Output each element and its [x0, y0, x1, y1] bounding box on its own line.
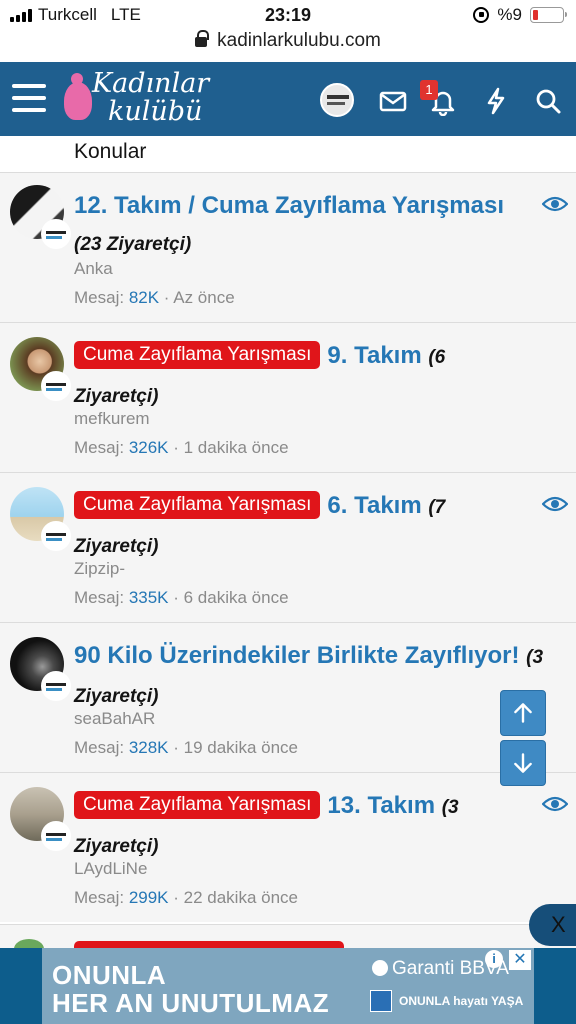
thread-row[interactable]: Cuma Zayıflama Yarışması 6. Takım (7 Ziya…	[0, 472, 576, 622]
thread-author[interactable]: mefkurem	[74, 409, 150, 429]
search-icon[interactable]	[533, 86, 563, 116]
messages-label: Mesaj:	[74, 588, 125, 607]
logo-flower-icon	[64, 73, 92, 120]
thread-row[interactable]: Cuma Zayıflama Yarışması 13. Takım (3 Ziy…	[0, 772, 576, 922]
ad-slogan: ONUNLA hayatı YAŞA	[399, 994, 524, 1008]
watch-eye-icon[interactable]	[542, 795, 568, 813]
thread-meta: Mesaj: 326K · 1 dakika önce	[74, 438, 289, 458]
status-right: %9	[473, 5, 567, 25]
arrow-up-icon	[514, 703, 532, 723]
thread-prefix-badge[interactable]: Cuma Zayıflama Yarışması	[74, 791, 321, 819]
scroll-up-button[interactable]	[500, 690, 546, 736]
ad-headline-2: HER AN UNUTULMAZ	[52, 988, 330, 1018]
last-poster-avatar[interactable]	[41, 219, 71, 249]
thread-title[interactable]: 13. Takım	[327, 792, 435, 819]
logo-line2: kulübü	[108, 96, 203, 127]
last-activity[interactable]: · 1 dakika önce	[173, 438, 288, 457]
close-ad-button[interactable]: X	[529, 904, 576, 946]
last-activity[interactable]: · Az önce	[164, 288, 235, 307]
last-poster-avatar[interactable]	[41, 671, 71, 701]
ad-banner[interactable]: ONUNLA HER AN UNUTULMAZ Garanti BBVA ONU…	[0, 948, 576, 1024]
ad-info-icon[interactable]: i	[485, 950, 503, 968]
thread-title-block[interactable]: Cuma Zayıflama Yarışması 6. Takım (7 Ziya…	[74, 487, 529, 565]
mail-icon[interactable]	[378, 86, 408, 116]
thread-title[interactable]: 90 Kilo Üzerindekiler Birlikte Zayıflıyo…	[74, 642, 519, 669]
last-activity[interactable]: · 19 dakika önce	[173, 738, 298, 757]
messages-count[interactable]: 326K	[129, 438, 169, 457]
thread-title-block[interactable]: 90 Kilo Üzerindekiler Birlikte Zayıflıyo…	[74, 637, 564, 715]
thread-row[interactable]: 12. Takım / Cuma Zayıflama Yarışması (23…	[0, 172, 576, 322]
thread-title[interactable]: 6. Takım	[327, 492, 421, 519]
arrow-down-icon	[514, 753, 532, 773]
messages-label: Mesaj:	[74, 288, 125, 307]
section-title: Konular	[74, 140, 147, 163]
last-poster-avatar[interactable]	[41, 521, 71, 551]
thread-visitors: (23 Ziyaretçi)	[74, 234, 192, 255]
rotation-lock-icon	[473, 7, 490, 23]
thread-title-block[interactable]: Cuma Zayıflama Yarışması 9. Takım (6 Ziya…	[74, 337, 529, 415]
user-avatar[interactable]	[320, 83, 354, 117]
url-text: kadinlarkulubu.com	[217, 30, 381, 51]
messages-count[interactable]: 335K	[129, 588, 169, 607]
battery-icon	[530, 7, 567, 23]
clover-logo-icon	[372, 960, 388, 976]
last-activity[interactable]: · 6 dakika önce	[173, 588, 288, 607]
messages-label: Mesaj:	[74, 438, 125, 457]
thread-row-partial[interactable]	[0, 924, 576, 948]
menu-icon[interactable]	[12, 84, 46, 112]
thread-title-block[interactable]: Cuma Zayıflama Yarışması 13. Takım (3 Ziy…	[74, 787, 529, 865]
thread-row[interactable]: Cuma Zayıflama Yarışması 9. Takım (6 Ziya…	[0, 322, 576, 472]
battery-percent: %9	[497, 5, 522, 24]
thread-author[interactable]: Zipzip-	[74, 559, 125, 579]
thread-prefix-badge[interactable]: Cuma Zayıflama Yarışması	[74, 341, 321, 369]
bolt-icon[interactable]	[481, 86, 511, 116]
ad-close-icon[interactable]: ✕	[509, 950, 531, 970]
logo-line1: Kadınlar	[92, 68, 210, 99]
thread-title[interactable]: 9. Takım	[327, 342, 421, 369]
messages-label: Mesaj:	[74, 738, 125, 757]
last-poster-avatar[interactable]	[41, 371, 71, 401]
last-activity[interactable]: · 22 dakika önce	[173, 888, 298, 907]
ad-headline-1: ONUNLA	[52, 960, 167, 990]
thread-meta: Mesaj: 328K · 19 dakika önce	[74, 738, 298, 758]
messages-count[interactable]: 328K	[129, 738, 169, 757]
last-poster-avatar[interactable]	[41, 821, 71, 851]
scroll-down-button[interactable]	[500, 740, 546, 786]
notification-badge: 1	[420, 80, 438, 100]
address-bar[interactable]: kadinlarkulubu.com	[0, 30, 576, 62]
watch-eye-icon[interactable]	[542, 195, 568, 213]
thread-meta: Mesaj: 335K · 6 dakika önce	[74, 588, 289, 608]
thread-prefix-badge[interactable]: Cuma Zayıflama Yarışması	[74, 491, 321, 519]
thread-meta: Mesaj: 82K · Az önce	[74, 288, 235, 308]
messages-label: Mesaj:	[74, 888, 125, 907]
thread-author[interactable]: LAydLiNe	[74, 859, 147, 879]
credit-card-icon	[370, 990, 392, 1012]
messages-count[interactable]: 299K	[129, 888, 169, 907]
section-header: Konular	[0, 136, 576, 172]
site-logo[interactable]: Kadınlar kulübü	[64, 68, 214, 130]
thread-prefix-badge[interactable]	[74, 941, 344, 948]
thread-title-block[interactable]: 12. Takım / Cuma Zayıflama Yarışması (23…	[74, 187, 529, 263]
messages-count[interactable]: 82K	[129, 288, 159, 307]
watch-eye-icon[interactable]	[542, 495, 568, 513]
thread-author[interactable]: Anka	[74, 259, 113, 279]
padlock-icon	[195, 30, 210, 47]
site-header: Kadınlar kulübü 1	[0, 62, 576, 136]
ad-content[interactable]: ONUNLA HER AN UNUTULMAZ Garanti BBVA ONU…	[42, 948, 534, 1024]
thread-meta: Mesaj: 299K · 22 dakika önce	[74, 888, 298, 908]
thread-title[interactable]: 12. Takım / Cuma Zayıflama Yarışması	[74, 192, 504, 219]
thread-row[interactable]: 90 Kilo Üzerindekiler Birlikte Zayıflıyo…	[0, 622, 576, 772]
thread-author[interactable]: seaBahAR	[74, 709, 155, 729]
status-bar: Turkcell LTE 23:19 %9	[0, 0, 576, 30]
thread-avatar[interactable]	[14, 939, 44, 948]
close-label: X	[551, 912, 566, 937]
